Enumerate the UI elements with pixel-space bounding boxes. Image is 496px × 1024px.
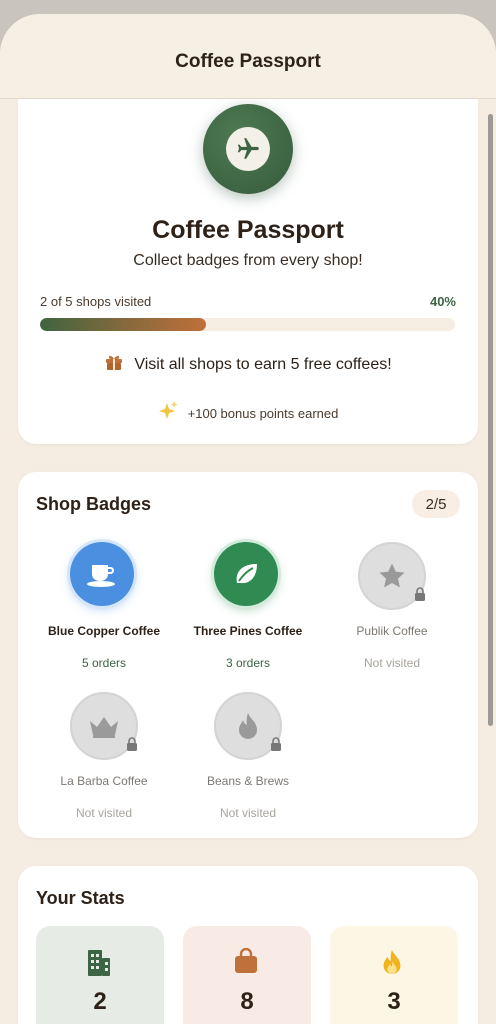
badge-beans-and-brews[interactable]: Beans & Brews Not visited [176,686,320,836]
badge-name: Beans & Brews [206,774,290,788]
badge-status: Not visited [219,806,277,820]
badge-three-pines-coffee[interactable]: Three Pines Coffee 3 orders [176,536,320,686]
stat-tile-streak[interactable]: 3 [330,926,458,1024]
stat-value: 3 [387,988,401,1015]
badge-name: Three Pines Coffee [193,624,303,638]
badge-orders: 3 orders [225,656,271,670]
stat-tile-shops[interactable]: 2 [36,926,164,1024]
badge-name: La Barba Coffee [60,774,148,788]
scrollbar[interactable] [488,114,493,726]
badge-name: Blue Copper Coffee [47,624,160,638]
bonus-message: +100 bonus points earned [18,400,478,427]
badge-status: Not visited [75,806,133,820]
badge-blue-copper-coffee[interactable]: Blue Copper Coffee 5 orders [32,536,176,686]
stat-value: 2 [93,988,107,1015]
sparkles-icon [158,400,178,427]
lock-icon [126,737,138,756]
nav-title: Coffee Passport [175,51,321,72]
phone-screen: Coffee Passport Coffee Passport Collect … [0,14,496,1024]
fire-icon [380,948,404,981]
reward-text: Visit all shops to earn 5 free coffees! [134,355,392,373]
badge-la-barba-coffee[interactable]: La Barba Coffee Not visited [32,686,176,836]
badge-name: Publik Coffee [356,624,428,638]
leaf-icon [214,542,278,606]
badge-orders: 5 orders [81,656,127,670]
progress-bar-fill [40,318,206,331]
flame-icon [214,692,282,760]
stat-tile-orders[interactable]: 8 [183,926,311,1024]
bag-icon [233,947,259,979]
bonus-text: +100 bonus points earned [187,406,339,421]
passport-hero-card: Coffee Passport Collect badges from ever… [18,84,478,444]
star-icon [358,542,426,610]
gift-icon [104,352,124,377]
badges-count-badge: 2/5 [412,490,460,518]
shop-badges-card: Shop Badges 2/5 Blue Copper Coffee 5 ord… [18,472,478,838]
lock-icon [270,737,282,756]
progress-label: 2 of 5 shops visited [40,294,152,309]
passport-subtitle: Collect badges from every shop! [133,252,363,269]
airplane-icon [203,104,293,194]
stat-value: 8 [240,988,254,1015]
nav-bar: Coffee Passport [0,14,496,99]
badges-section-title: Shop Badges [36,494,152,514]
reward-message: Visit all shops to earn 5 free coffees! [18,352,478,377]
progress-percent: 40% [429,294,456,309]
badge-publik-coffee[interactable]: Publik Coffee Not visited [320,536,464,686]
progress-bar [40,318,455,331]
stats-card: Your Stats 2 8 3 [18,866,478,1024]
badge-status: Not visited [363,656,421,670]
building-icon [86,948,112,981]
lock-icon [414,587,426,606]
stats-section-title: Your Stats [36,888,125,908]
coffee-cup-icon [70,542,134,606]
crown-icon [70,692,138,760]
passport-title: Coffee Passport [152,216,344,244]
